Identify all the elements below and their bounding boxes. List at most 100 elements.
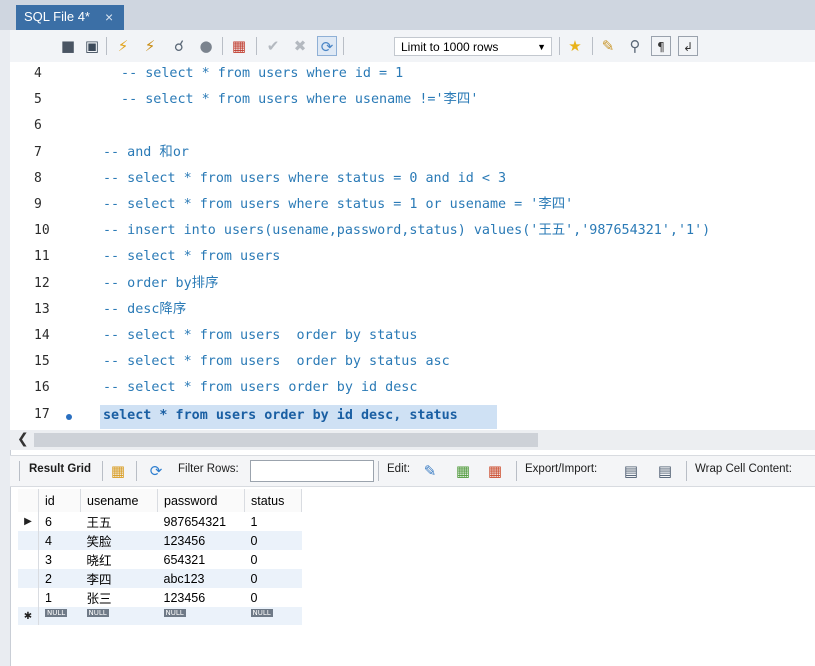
code-line[interactable]: -- select * from users where id = 1 <box>113 65 403 83</box>
toolbar-divider <box>106 37 107 55</box>
line-number: 17 <box>34 406 50 422</box>
row-header[interactable] <box>18 531 39 550</box>
table-row[interactable]: 1 张三 123456 0 <box>18 588 302 607</box>
toolbar-divider <box>516 461 517 481</box>
add-row-icon[interactable]: ▦ <box>453 461 473 481</box>
favorite-icon[interactable]: ★ <box>565 36 585 56</box>
table-cell[interactable]: 1 <box>244 512 302 531</box>
column-header-id[interactable]: id <box>38 489 81 512</box>
toolbar-divider <box>102 461 103 481</box>
row-header[interactable] <box>18 588 39 607</box>
code-line[interactable]: -- select * from users <box>103 248 280 266</box>
tab-title: SQL File 4* <box>24 9 90 24</box>
table-cell[interactable]: NULL <box>157 607 245 625</box>
table-row[interactable]: 2 李四 abc123 0 <box>18 569 302 588</box>
table-row[interactable]: ▶ 6 王五 987654321 1 <box>18 512 302 531</box>
refresh-icon[interactable]: ⟳ <box>146 461 166 481</box>
code-line[interactable]: -- select * from users where status = 1 … <box>103 196 573 214</box>
table-cell[interactable]: 晓红 <box>80 550 158 569</box>
code-line[interactable]: -- select * from users order by id desc <box>103 379 417 397</box>
column-header-status[interactable]: status <box>244 489 302 512</box>
toolbar-divider <box>592 37 593 55</box>
active-sql-statement[interactable]: select * from users order by id desc, st… <box>103 408 458 423</box>
result-grid-label[interactable]: Result Grid <box>29 463 91 475</box>
code-line[interactable]: -- desc降序 <box>103 301 186 319</box>
wrap-icon[interactable]: ↲ <box>678 36 698 56</box>
close-icon[interactable]: × <box>105 5 113 29</box>
table-cell[interactable]: 笑脸 <box>80 531 158 550</box>
null-badge: NULL <box>250 609 273 617</box>
table-cell[interactable]: 3 <box>38 550 81 569</box>
table-cell[interactable]: 987654321 <box>157 512 245 531</box>
table-cell[interactable]: 王五 <box>80 512 158 531</box>
table-cell[interactable]: 654321 <box>157 550 245 569</box>
table-cell[interactable]: 0 <box>244 531 302 550</box>
table-cell[interactable]: 李四 <box>80 569 158 588</box>
rollback-icon[interactable]: ✖ <box>290 36 310 56</box>
table-cell[interactable]: 0 <box>244 569 302 588</box>
save-icon[interactable]: ▣ <box>82 36 102 56</box>
table-cell[interactable]: 0 <box>244 550 302 569</box>
line-number: 10 <box>34 223 50 239</box>
toolbar-divider <box>222 37 223 55</box>
row-header[interactable] <box>18 569 39 588</box>
execute-selection-icon[interactable]: ⚡ <box>140 36 160 56</box>
export-import-label: Export/Import: <box>525 463 598 475</box>
scrollbar-thumb[interactable] <box>34 433 538 447</box>
code-line[interactable]: -- order by排序 <box>103 275 218 293</box>
open-folder-icon[interactable]: ■ <box>58 36 78 56</box>
result-grid[interactable]: id usename password status ▶ 6 王五 987654321… <box>18 489 318 641</box>
invisible-chars-icon[interactable]: ¶ <box>651 36 671 56</box>
sql-editor[interactable] <box>10 62 815 430</box>
table-row[interactable]: 3 晓红 654321 0 <box>18 550 302 569</box>
delete-row-icon[interactable]: ▦ <box>485 461 505 481</box>
stop-icon[interactable]: ● <box>196 36 216 56</box>
filter-rows-input[interactable] <box>250 460 374 482</box>
code-line[interactable]: -- select * from users where usename !='… <box>113 91 478 109</box>
line-number: 5 <box>34 92 42 108</box>
table-row[interactable]: 4 笑脸 123456 0 <box>18 531 302 550</box>
autocommit-icon[interactable]: ⟳ <box>317 36 337 56</box>
toggle-error-icon[interactable]: ▦ <box>229 36 249 56</box>
new-row[interactable]: ✱ NULL NULL NULL NULL <box>18 607 302 625</box>
code-line[interactable]: -- select * from users where status = 0 … <box>103 170 506 188</box>
table-cell[interactable]: 张三 <box>80 588 158 607</box>
table-cell[interactable]: abc123 <box>157 569 245 588</box>
code-line[interactable]: -- insert into users(usename,password,st… <box>103 222 710 240</box>
table-cell[interactable]: NULL <box>80 607 158 625</box>
table-cell[interactable]: 1 <box>38 588 81 607</box>
beautify-icon[interactable]: ✎ <box>598 36 618 56</box>
table-cell[interactable]: 123456 <box>157 588 245 607</box>
current-row-indicator-icon[interactable]: ▶ <box>18 512 39 531</box>
wrap-cell-content-label: Wrap Cell Content: <box>695 463 792 475</box>
code-line[interactable]: -- select * from users order by status a… <box>103 353 450 371</box>
limit-rows-select[interactable]: Limit to 1000 rows ▼ <box>394 37 552 56</box>
column-header-usename[interactable]: usename <box>80 489 158 512</box>
table-cell[interactable]: 4 <box>38 531 81 550</box>
table-cell[interactable]: NULL <box>244 607 302 625</box>
toolbar-divider <box>686 461 687 481</box>
explain-icon[interactable]: ☌ <box>169 36 189 56</box>
execute-icon[interactable]: ⚡ <box>113 36 133 56</box>
line-number: 9 <box>34 197 42 212</box>
export-icon[interactable]: ▤ <box>621 461 641 481</box>
tab-sql-file[interactable]: SQL File 4* × <box>16 5 124 30</box>
row-header-corner <box>18 489 39 512</box>
code-line[interactable]: -- select * from users order by status <box>103 327 417 345</box>
table-cell[interactable]: 123456 <box>157 531 245 550</box>
edit-row-icon[interactable]: ✎ <box>420 461 440 481</box>
import-icon[interactable]: ▤ <box>655 461 675 481</box>
scroll-left-icon[interactable]: ❮ <box>17 431 29 447</box>
commit-icon[interactable]: ✔ <box>263 36 283 56</box>
column-header-password[interactable]: password <box>157 489 245 512</box>
line-number: 16 <box>34 380 50 396</box>
find-icon[interactable]: ⚲ <box>625 36 645 56</box>
row-header[interactable] <box>18 550 39 569</box>
table-cell[interactable]: 0 <box>244 588 302 607</box>
table-cell[interactable]: 6 <box>38 512 81 531</box>
grid-view-icon[interactable]: ▦ <box>108 461 128 481</box>
table-cell[interactable]: NULL <box>38 607 81 625</box>
edit-label: Edit: <box>387 463 411 475</box>
table-cell[interactable]: 2 <box>38 569 81 588</box>
code-line[interactable]: -- and 和or <box>103 144 189 162</box>
